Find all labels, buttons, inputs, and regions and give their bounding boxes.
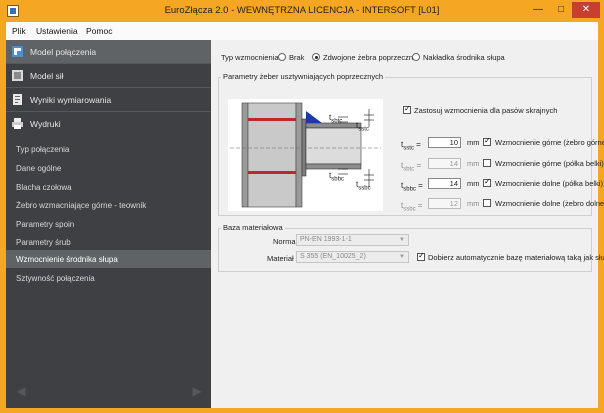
chevron-down-icon: ▼ xyxy=(399,254,405,260)
norma-select[interactable]: PN-EN 1993-1-1 ▼ xyxy=(296,234,409,246)
minimize-button[interactable]: — xyxy=(527,2,549,18)
close-button[interactable]: ✕ xyxy=(572,2,600,18)
sub-parametry-spoin[interactable]: Parametry spoin xyxy=(6,215,211,233)
tsstc-input[interactable]: 10 xyxy=(428,137,461,148)
tsstc-unit: mm xyxy=(467,138,480,147)
material-group-title: Baza materiałowa xyxy=(221,223,285,232)
diagram-label-tsbtc: tsbtc xyxy=(329,113,343,125)
radio-brak-label: Brak xyxy=(289,53,305,62)
sub-blacha-czolowa[interactable]: Blacha czołowa xyxy=(6,178,211,196)
diagram-label-tsbbc: tsbbc xyxy=(329,171,344,183)
radio-brak[interactable] xyxy=(278,53,286,61)
tsbbc-unit: mm xyxy=(467,179,480,188)
radio-zdwojone-zebra[interactable] xyxy=(312,53,320,61)
menu-plik[interactable]: Plik xyxy=(12,26,26,36)
reinforce-top-flange-checkbox[interactable] xyxy=(483,159,491,167)
auto-material-checkbox[interactable] xyxy=(417,251,425,261)
nav-model-sil[interactable]: Model sił xyxy=(6,64,211,87)
nav-model-polaczenia[interactable]: Model połączenia xyxy=(6,40,211,63)
title-bar: EuroZłącza 2.0 - WEWNĘTRZNA LICENCJA - I… xyxy=(0,0,604,22)
nav-wyniki-wymiarowania[interactable]: Wyniki wymiarowania xyxy=(6,88,211,111)
row-sstc-symbol: tsstc = xyxy=(401,140,421,152)
menu-pomoc[interactable]: Pomoc xyxy=(86,26,112,36)
sidebar: Model połączenia Model sił Wyniki wymiar… xyxy=(6,40,211,408)
sub-zebro-wzmacniajace[interactable]: Żebro wzmacniające górne - teownik xyxy=(6,196,211,214)
reinforce-bottom-flange-label: Wzmocnienie dolne (półka belki) xyxy=(495,179,603,188)
printer-icon xyxy=(12,118,23,129)
menu-bar: Plik Ustawienia Pomoc xyxy=(6,22,598,40)
norma-value: PN-EN 1993-1-1 xyxy=(300,236,352,243)
sub-parametry-srub[interactable]: Parametry śrub xyxy=(6,233,211,251)
reinforce-bottom-stiffener-checkbox[interactable] xyxy=(483,199,491,207)
sub-label: Blacha czołowa xyxy=(16,183,72,192)
apply-outer-flanges-checkbox[interactable] xyxy=(403,104,411,114)
maximize-button[interactable]: □ xyxy=(550,2,572,18)
row-ssbc-symbol: tssbc = xyxy=(401,201,423,213)
reinforce-bottom-flange-checkbox[interactable] xyxy=(483,177,491,187)
next-arrow-icon[interactable]: ▶ xyxy=(190,384,204,398)
sub-wzmocnienie-srodnika[interactable]: Wzmocnienie środnika słupa xyxy=(6,250,211,268)
reinforcement-type-label: Typ wzmocnienia xyxy=(221,53,279,62)
apply-outer-flanges-label: Zastosuj wzmocnienia dla pasów skrajnych xyxy=(414,106,558,115)
material-select[interactable]: S 355 (EN_10025_2) ▼ xyxy=(296,251,409,263)
sub-label: Parametry śrub xyxy=(16,238,71,247)
radio-nakladka-label: Nakładka środnika słupa xyxy=(423,53,505,62)
sub-label: Typ połączenia xyxy=(16,145,70,154)
radio-zdwojone-zebra-label: Zdwojone żebra poprzeczne xyxy=(323,53,418,62)
prev-arrow-icon[interactable]: ◀ xyxy=(14,384,28,398)
radio-nakladka[interactable] xyxy=(412,53,420,61)
sub-label: Parametry spoin xyxy=(16,220,75,229)
window-title: EuroZłącza 2.0 - WEWNĘTRZNA LICENCJA - I… xyxy=(164,5,440,16)
sub-label: Dane ogólne xyxy=(16,164,62,173)
tssbc-input[interactable]: 12 xyxy=(428,198,461,209)
stiffener-group-title: Parametry żeber usztywniających poprzecz… xyxy=(221,72,386,81)
row-sbtc-symbol: tsbtc = xyxy=(401,161,422,173)
sub-typ-polaczenia[interactable]: Typ połączenia xyxy=(6,140,211,158)
reinforce-top-stiffener-checkbox[interactable] xyxy=(483,136,491,146)
auto-material-label: Dobierz automatycznie bazę materiałową t… xyxy=(428,253,604,262)
norma-label: Norma xyxy=(273,237,296,246)
tsbtc-unit: mm xyxy=(467,159,480,168)
reinforce-top-flange-label: Wzmocnienie górne (półka belki) xyxy=(495,159,604,168)
nav-label: Model połączenia xyxy=(30,47,97,57)
sub-label: Żebro wzmacniające górne - teownik xyxy=(16,201,147,210)
reinforce-bottom-stiffener-label: Wzmocnienie dolne (żebro dolne) xyxy=(495,199,604,208)
tsbtc-input[interactable]: 14 xyxy=(428,158,461,169)
sub-dane-ogolne[interactable]: Dane ogólne xyxy=(6,159,211,177)
chevron-down-icon: ▼ xyxy=(399,237,405,243)
reinforce-top-stiffener-label: Wzmocnienie górne (żebro górne) xyxy=(495,138,604,147)
material-value: S 355 (EN_10025_2) xyxy=(300,253,366,260)
app-window: EuroZłącza 2.0 - WEWNĘTRZNA LICENCJA - I… xyxy=(0,0,604,413)
nav-label: Wyniki wymiarowania xyxy=(30,95,112,105)
forces-model-icon xyxy=(12,70,23,81)
results-icon xyxy=(13,94,22,105)
diagram-label-tsstc: tsstc xyxy=(356,121,369,133)
nav-label: Wydruki xyxy=(30,119,61,129)
connection-model-icon xyxy=(12,46,23,57)
menu-ustawienia[interactable]: Ustawienia xyxy=(36,26,78,36)
diagram-label-tssbc: tssbc xyxy=(356,180,371,192)
sub-label: Sztywność połączenia xyxy=(16,274,95,283)
row-sbbc-symbol: tsbbc = xyxy=(401,181,423,193)
main-content: Typ wzmocnienia Brak Zdwojone żebra popr… xyxy=(211,40,604,408)
material-label: Materiał xyxy=(267,254,294,263)
tsbbc-input[interactable]: 14 xyxy=(428,178,461,189)
sub-label: Wzmocnienie środnika słupa xyxy=(16,255,118,264)
connection-diagram xyxy=(228,99,383,211)
sub-sztywnosc-polaczenia[interactable]: Sztywność połączenia xyxy=(6,269,211,287)
tssbc-unit: mm xyxy=(467,199,480,208)
nav-label: Model sił xyxy=(30,71,64,81)
nav-wydruki[interactable]: Wydruki xyxy=(6,112,211,135)
